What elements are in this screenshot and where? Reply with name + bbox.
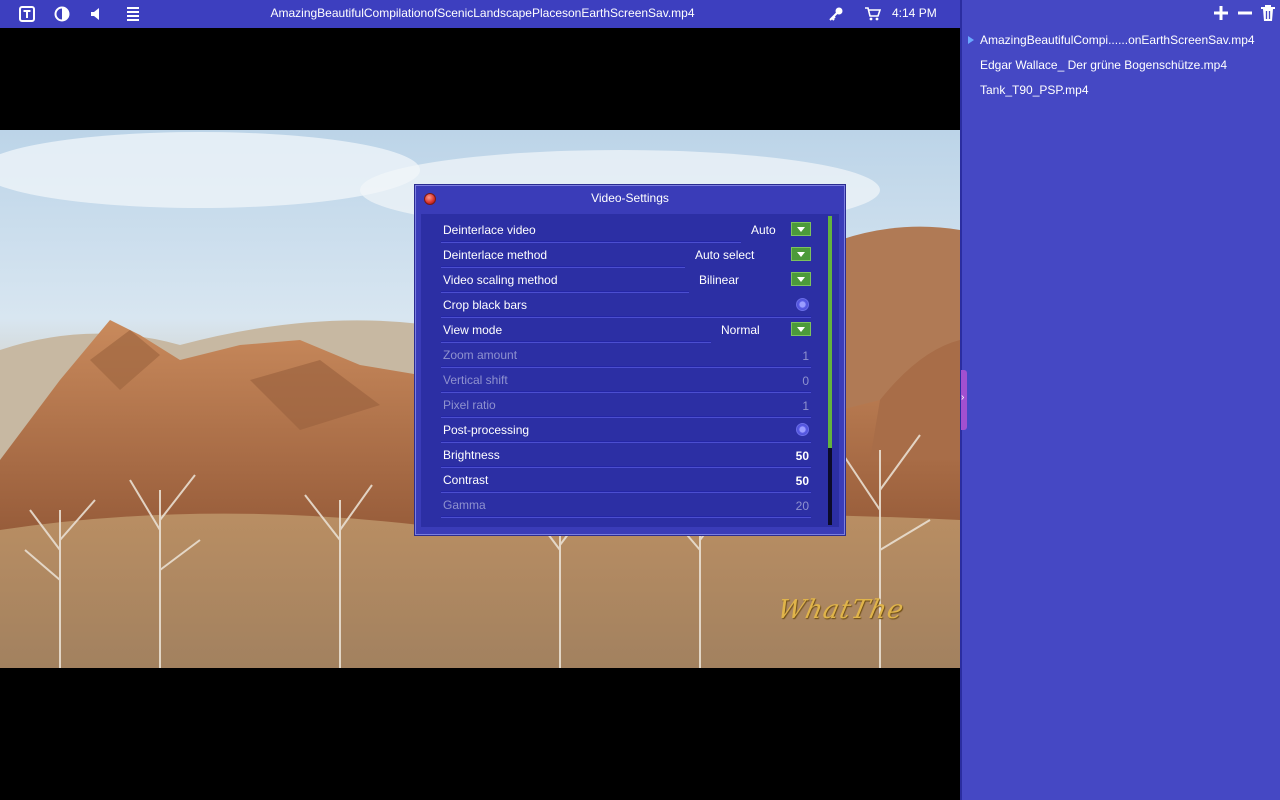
setting-row[interactable]: Post-processing xyxy=(441,417,811,442)
dropdown-arrow-icon[interactable] xyxy=(791,222,811,236)
subtitle-icon[interactable] xyxy=(17,4,37,24)
dropdown-arrow-icon[interactable] xyxy=(791,247,811,261)
setting-select-value[interactable]: Auto select xyxy=(695,248,754,262)
remove-icon[interactable] xyxy=(1236,4,1254,22)
key-icon[interactable] xyxy=(826,4,846,24)
setting-label: Deinterlace method xyxy=(443,248,548,262)
setting-label: Video scaling method xyxy=(443,273,558,287)
row-divider xyxy=(441,516,811,517)
setting-label: Gamma xyxy=(443,498,486,512)
setting-value: 1 xyxy=(802,349,809,363)
video-watermark: WhatThe xyxy=(774,595,908,625)
setting-value: 20 xyxy=(795,499,809,513)
setting-row[interactable]: Vertical shift 0 xyxy=(441,367,811,392)
setting-label: Zoom amount xyxy=(443,348,518,362)
cart-icon[interactable] xyxy=(862,4,882,24)
setting-select-value[interactable]: Bilinear xyxy=(699,273,739,287)
setting-row[interactable]: Crop black bars xyxy=(441,292,811,317)
setting-label: Crop black bars xyxy=(443,298,528,312)
dropdown-arrow-icon[interactable] xyxy=(791,272,811,286)
contrast-icon[interactable] xyxy=(52,4,72,24)
setting-label: View mode xyxy=(443,323,503,337)
trash-icon[interactable] xyxy=(1260,4,1278,22)
setting-value[interactable]: 50 xyxy=(796,474,809,488)
chevron-right-icon: › xyxy=(961,392,965,403)
dialog-title: Video-Settings xyxy=(591,191,669,205)
player-top-bar: AmazingBeautifulCompilationofScenicLands… xyxy=(0,0,960,28)
setting-row[interactable]: Deinterlace video Auto xyxy=(441,217,811,242)
setting-value[interactable]: 50 xyxy=(796,449,809,463)
setting-value: 0 xyxy=(802,374,809,388)
playlist-item[interactable]: Edgar Wallace_ Der grüne Bogenschütze.mp… xyxy=(980,58,1227,72)
setting-label: Deinterlace video xyxy=(443,223,536,237)
setting-row[interactable]: Brightness 50 xyxy=(441,442,811,467)
setting-label: Vertical shift xyxy=(443,373,508,387)
setting-label: Contrast xyxy=(443,473,489,487)
playlist-item[interactable]: Tank_T90_PSP.mp4 xyxy=(980,83,1089,97)
now-playing-icon xyxy=(968,36,974,44)
video-settings-dialog: Video-Settings Deinterlace video Auto Dein… xyxy=(415,185,845,535)
setting-select-value[interactable]: Auto xyxy=(751,223,776,237)
playlist-item[interactable]: AmazingBeautifulCompi......onEarthScreen… xyxy=(980,33,1255,47)
playlist-panel: AmazingBeautifulCompi......onEarthScreen… xyxy=(960,0,1280,800)
clock: 4:14 PM xyxy=(892,6,937,20)
setting-row[interactable]: View mode Normal xyxy=(441,317,811,342)
setting-row[interactable]: Deinterlace method Auto select xyxy=(441,242,811,267)
panel-toggle-handle[interactable]: › xyxy=(961,370,967,430)
setting-label: Brightness xyxy=(443,448,500,462)
scrollbar-thumb[interactable] xyxy=(828,216,832,448)
settings-list: Deinterlace video Auto Deinterlace method A… xyxy=(421,214,839,527)
window-title: AmazingBeautifulCompilationofScenicLands… xyxy=(270,6,695,20)
setting-row[interactable]: Gamma 20 xyxy=(441,492,811,517)
settings-scrollbar[interactable] xyxy=(828,216,832,525)
setting-row[interactable]: Pixel ratio 1 xyxy=(441,392,811,417)
setting-row[interactable]: Zoom amount 1 xyxy=(441,342,811,367)
volume-icon[interactable] xyxy=(87,4,107,24)
setting-label: Post-processing xyxy=(443,423,530,437)
setting-value: 1 xyxy=(802,399,809,413)
dropdown-arrow-icon[interactable] xyxy=(791,322,811,336)
setting-row[interactable]: Contrast 50 xyxy=(441,467,811,492)
setting-row[interactable]: Video scaling method Bilinear xyxy=(441,267,811,292)
add-icon[interactable] xyxy=(1212,4,1230,22)
setting-label: Pixel ratio xyxy=(443,398,496,412)
toggle-radio[interactable] xyxy=(796,298,809,311)
toggle-radio[interactable] xyxy=(796,423,809,436)
playlist-icon[interactable] xyxy=(122,4,142,24)
setting-select-value[interactable]: Normal xyxy=(721,323,760,337)
